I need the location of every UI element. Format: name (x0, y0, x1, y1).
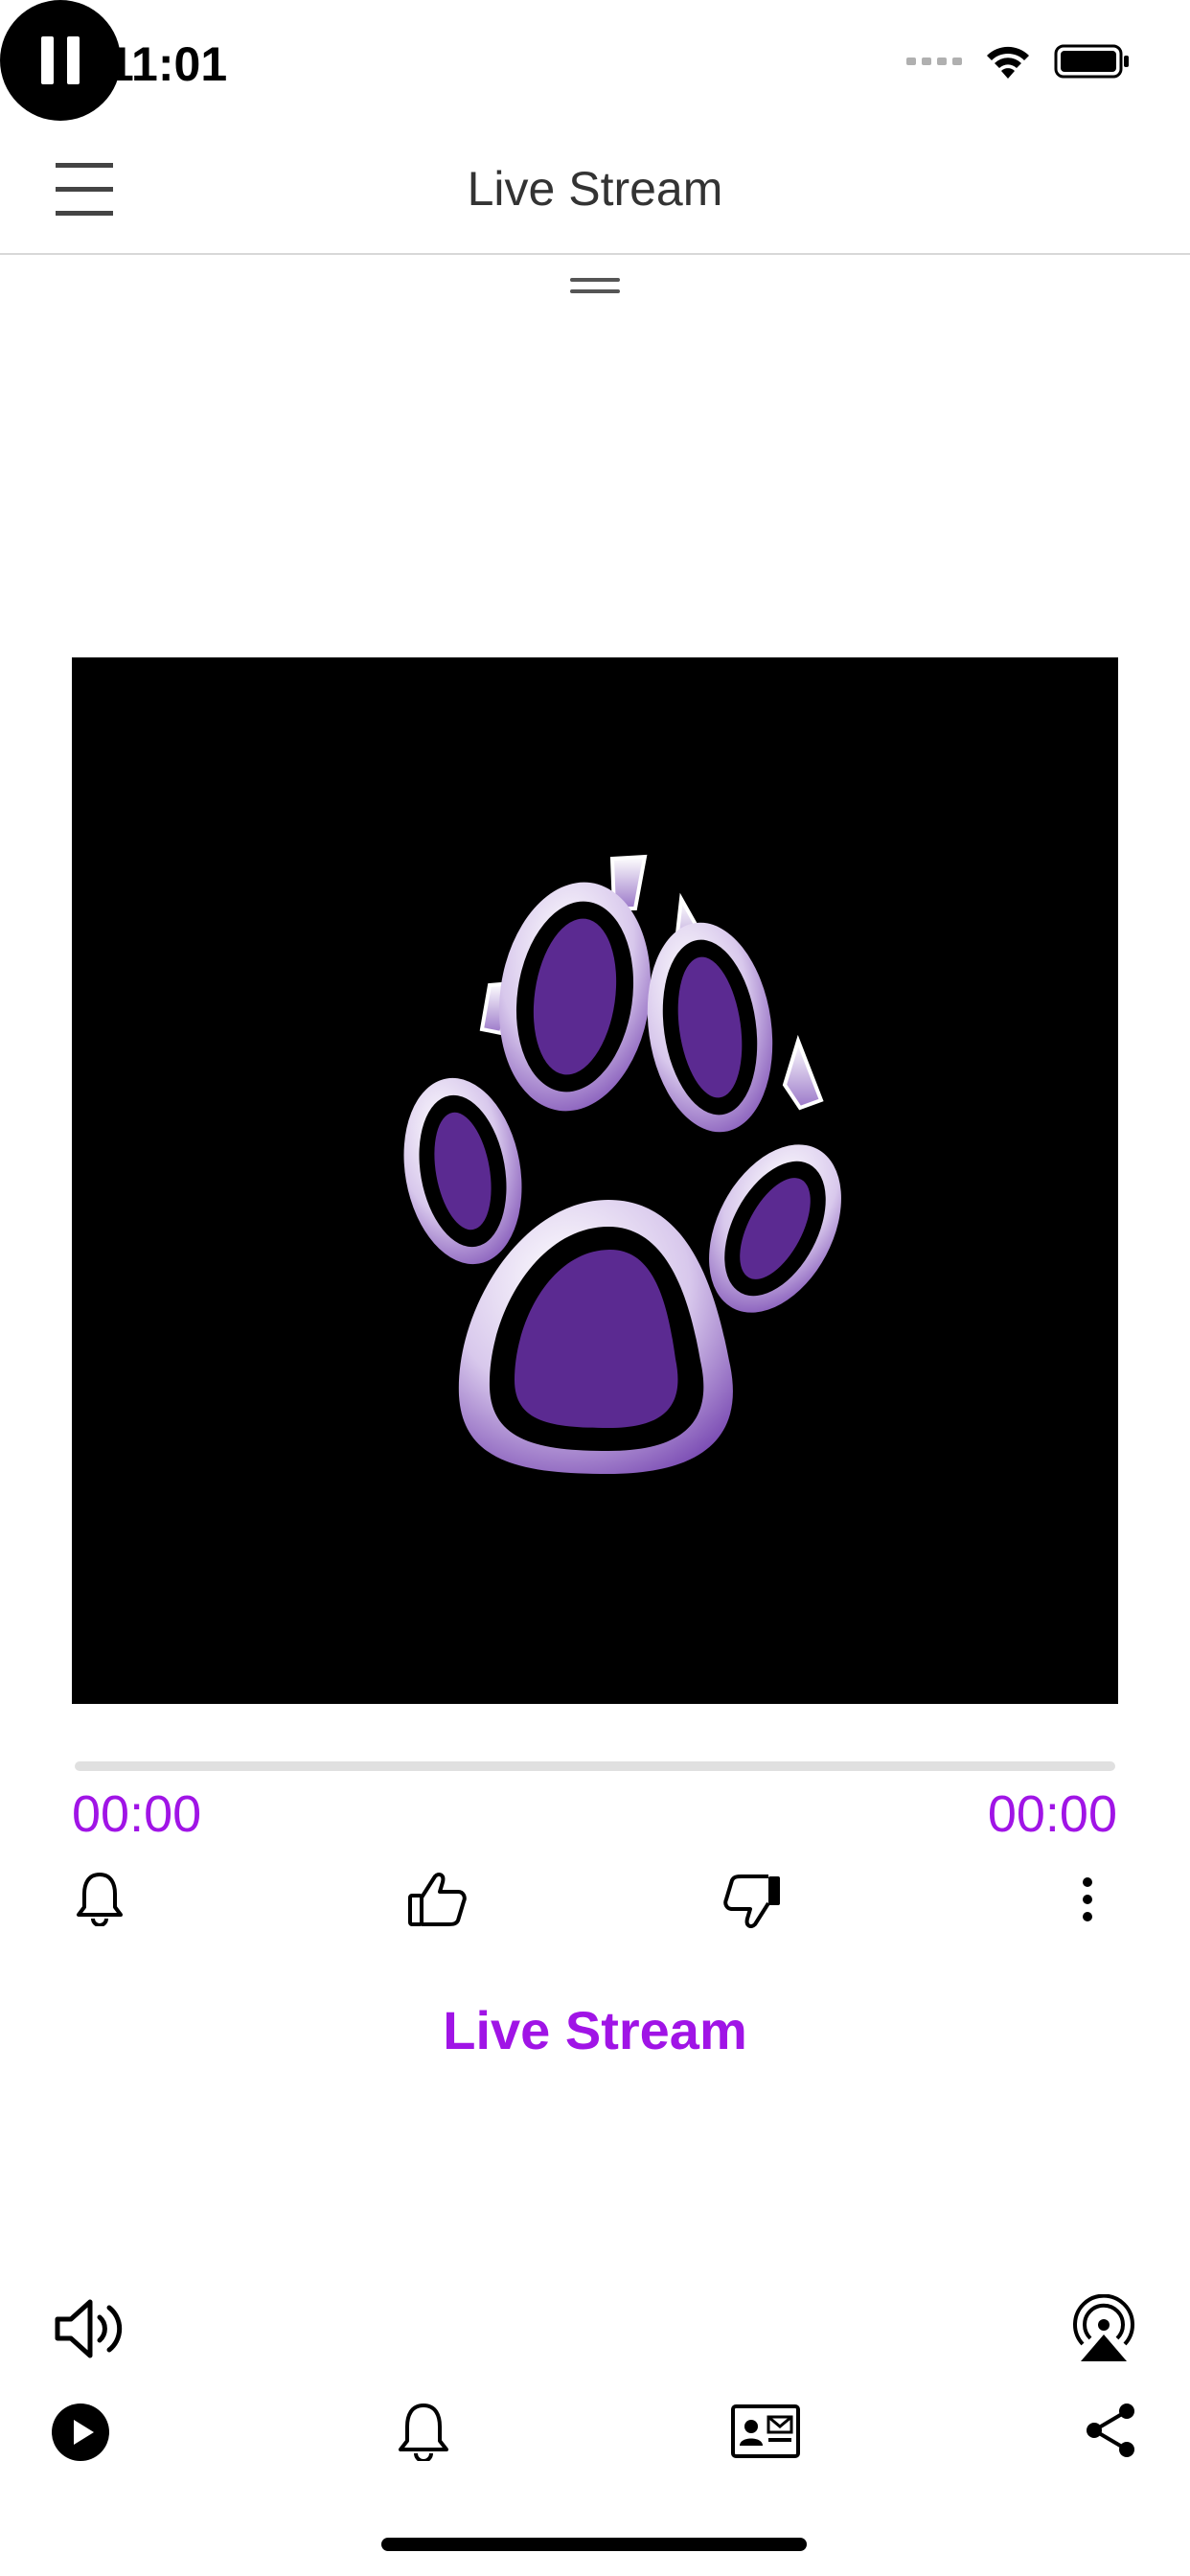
thumbs-down-icon (723, 1874, 780, 1928)
drag-handle-icon[interactable] (568, 274, 622, 297)
like-button[interactable] (406, 1869, 468, 1930)
page-title: Live Stream (467, 162, 723, 216)
more-options-button[interactable] (1073, 1873, 1102, 1926)
paw-logo-icon (403, 854, 841, 1474)
progress-bar[interactable] (75, 1761, 1115, 1771)
share-button[interactable] (1083, 2400, 1138, 2461)
home-indicator (381, 2538, 807, 2551)
signal-dots-icon (906, 58, 962, 65)
notifications-button[interactable] (397, 2400, 450, 2463)
battery-icon (1054, 44, 1129, 79)
thumbs-up-icon (408, 1873, 467, 1926)
nav-bar: Live Stream (0, 125, 1190, 255)
track-title: Live Stream (443, 2000, 747, 2060)
elapsed-time: 00:00 (72, 1785, 202, 1843)
pause-button[interactable] (0, 0, 121, 121)
total-time: 00:00 (987, 1785, 1117, 1843)
airplay-button[interactable] (1069, 2293, 1138, 2363)
dislike-button[interactable] (722, 1871, 784, 1932)
status-time: 11:01 (107, 37, 228, 91)
contact-card-icon (731, 2404, 800, 2458)
bell-icon (399, 2404, 448, 2463)
airplay-icon (1073, 2293, 1134, 2361)
alarm-button[interactable] (75, 1869, 125, 1927)
status-icons (906, 42, 1131, 80)
bell-icon (77, 1873, 123, 1927)
play-circle-icon (52, 2404, 109, 2461)
pause-icon (41, 36, 80, 84)
share-icon (1087, 2404, 1134, 2457)
volume-button[interactable] (54, 2296, 126, 2361)
wifi-icon (987, 46, 1029, 79)
contact-button[interactable] (730, 2404, 801, 2459)
more-vertical-icon (1083, 1877, 1092, 1921)
album-artwork (72, 657, 1118, 1704)
play-button[interactable] (50, 2402, 111, 2463)
speaker-volume-icon (55, 2299, 123, 2358)
